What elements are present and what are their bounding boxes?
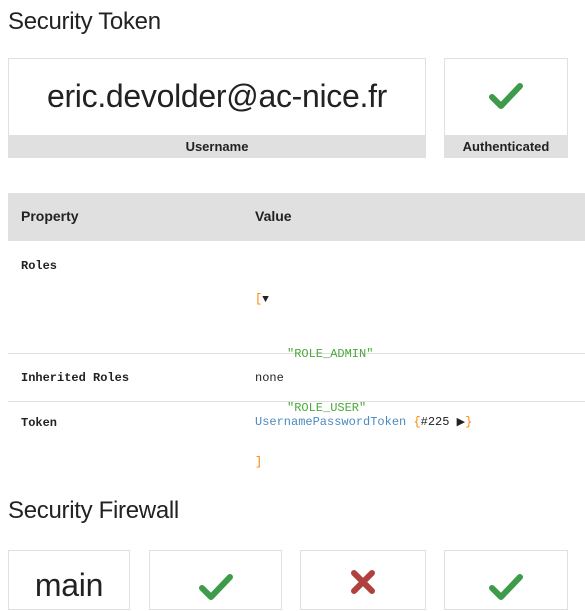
token-dump: UsernamePasswordToken {#225 ▶} [255,415,473,429]
security-firewall-heading: Security Firewall [8,497,179,524]
authenticated-metric: Authenticated [444,58,568,158]
token-properties-table: Property Value Roles [▼ "ROLE_ADMIN" "RO… [8,193,585,469]
header-value: Value [255,208,292,224]
collapse-toggle-icon[interactable]: ▼ [262,294,269,306]
property-token: Token [21,416,58,430]
firewall-name-value: main [34,567,104,603]
username-value: eric.devolder@ac-nice.fr [46,77,388,114]
username-label: Username [9,135,425,157]
username-metric: eric.devolder@ac-nice.fr Username [8,58,426,158]
table-row-inherited-roles: Inherited Roles none [8,354,585,402]
firewall-metric-2 [149,550,282,610]
security-token-heading: Security Token [8,8,161,35]
firewall-metric-3 [300,550,426,610]
firewall-metric-4 [444,550,568,610]
checkmark-icon [198,574,233,600]
checkmark-icon [489,83,523,109]
expand-toggle-icon[interactable]: ▶ [457,417,465,429]
cross-icon [351,570,375,594]
table-header: Property Value [8,193,585,241]
table-row-token: Token UsernamePasswordToken {#225 ▶} [8,402,585,442]
firewall-name-metric: main [8,550,130,610]
table-row-roles: Roles [▼ "ROLE_ADMIN" "ROLE_USER" ] [8,241,585,469]
inherited-roles-value: none [255,371,284,385]
property-inherited-roles: Inherited Roles [21,371,130,385]
token-class-link[interactable]: UsernamePasswordToken [255,415,406,429]
token-ref: #225 [420,415,450,429]
authenticated-label: Authenticated [445,135,567,157]
header-property: Property [21,208,79,224]
checkmark-icon [489,574,523,600]
property-roles: Roles [21,259,58,273]
